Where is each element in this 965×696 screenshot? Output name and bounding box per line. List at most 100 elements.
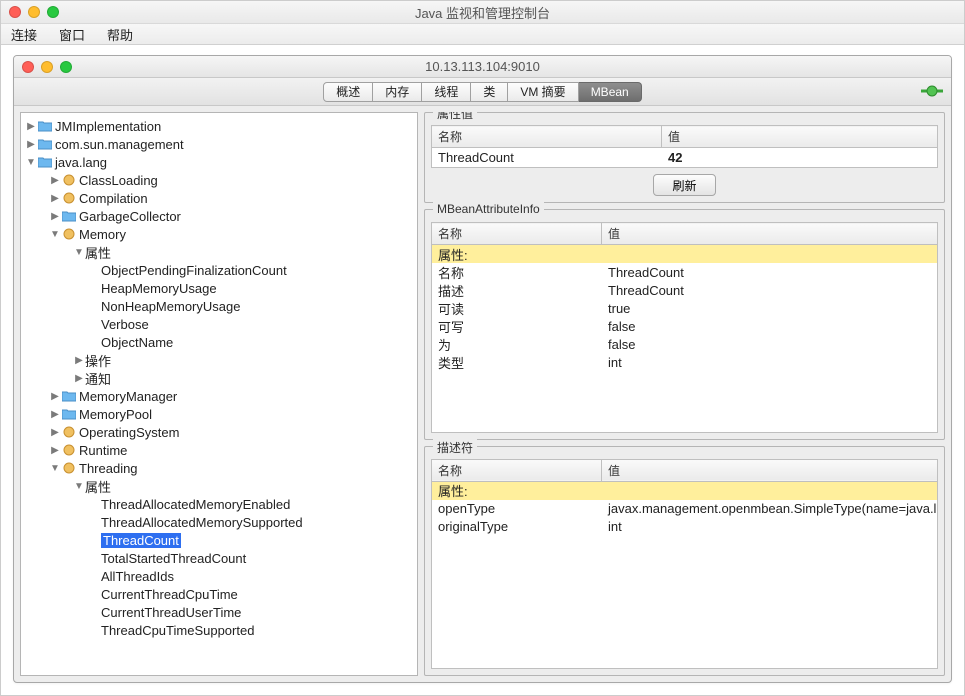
table-row[interactable]: 描述ThreadCount (432, 281, 937, 299)
tree-attr-currentthreadusertime[interactable]: CurrentThreadUserTime (21, 603, 417, 621)
col-name[interactable]: 名称 (432, 459, 602, 481)
tree-attr-objectname[interactable]: ObjectName (21, 333, 417, 351)
tree-attr-threadcputimesupported[interactable]: ThreadCpuTimeSupported (21, 621, 417, 639)
tree-node-threading-attributes[interactable]: ▼属性 (21, 477, 417, 495)
app-title: Java 监视和管理控制台 (1, 3, 964, 22)
attribute-value-table: 名称值 (431, 125, 938, 148)
col-name[interactable]: 名称 (432, 126, 662, 148)
folder-icon (61, 209, 77, 223)
attribute-value-group: 属性值 名称值 ThreadCount 42 刷新 (424, 112, 945, 203)
tree-attr-threadallocatedmemorysupported[interactable]: ThreadAllocatedMemorySupported (21, 513, 417, 531)
table-row[interactable]: 可读true (432, 299, 937, 317)
tree-attr-currentthreadcputime[interactable]: CurrentThreadCpuTime (21, 585, 417, 603)
group-title: 描述符 (433, 439, 477, 456)
group-title: MBeanAttributeInfo (433, 202, 544, 216)
doc-title: 10.13.113.104:9010 (14, 59, 951, 74)
bean-icon (61, 425, 77, 439)
folder-icon (37, 155, 53, 169)
document-window: 10.13.113.104:9010 概述 内存 线程 类 VM 摘要 MBea… (13, 55, 952, 683)
tree-attr-heapmemoryusage[interactable]: HeapMemoryUsage (21, 279, 417, 297)
menu-help[interactable]: 帮助 (107, 25, 133, 44)
minimize-icon[interactable] (28, 6, 40, 18)
bean-icon (61, 461, 77, 475)
tree-attr-verbose[interactable]: Verbose (21, 315, 417, 333)
tab-vm-summary[interactable]: VM 摘要 (508, 82, 578, 102)
bean-icon (61, 227, 77, 241)
group-title: 属性值 (433, 112, 477, 122)
tab-memory[interactable]: 内存 (373, 82, 422, 102)
doc-window-controls (22, 61, 72, 73)
minimize-icon[interactable] (41, 61, 53, 73)
table-row[interactable]: 为false (432, 335, 937, 353)
tree-node-classloading[interactable]: ▶ClassLoading (21, 171, 417, 189)
tree-node-memory-notifications[interactable]: ▶通知 (21, 369, 417, 387)
tree-node-java-lang[interactable]: ▼java.lang (21, 153, 417, 171)
connection-status-icon (921, 82, 943, 103)
body-area: 10.13.113.104:9010 概述 内存 线程 类 VM 摘要 MBea… (1, 45, 964, 695)
doc-titlebar: 10.13.113.104:9010 (14, 56, 951, 78)
refresh-button[interactable]: 刷新 (653, 174, 715, 196)
app-window: Java 监视和管理控制台 连接 窗口 帮助 10.13.113.104:901… (0, 0, 965, 696)
section-header-row: 属性: (432, 245, 937, 263)
table-row[interactable]: originalTypeint (432, 518, 937, 536)
descriptor-table: 名称值 (431, 459, 938, 482)
tab-overview[interactable]: 概述 (323, 82, 373, 102)
table-row[interactable]: openTypejavax.management.openmbean.Simpl… (432, 500, 937, 518)
split-pane: ▶JMImplementation ▶com.sun.management ▼j… (14, 106, 951, 682)
attribute-info-body: 属性: 名称ThreadCount 描述ThreadCount 可读true 可… (431, 245, 938, 433)
table-row[interactable]: 可写false (432, 317, 937, 335)
table-row[interactable]: ThreadCount 42 (432, 148, 937, 166)
tree-node-runtime[interactable]: ▶Runtime (21, 441, 417, 459)
zoom-icon[interactable] (47, 6, 59, 18)
cell-name: ThreadCount (432, 148, 662, 166)
tree-attr-allthreadids[interactable]: AllThreadIds (21, 567, 417, 585)
tree-node-compilation[interactable]: ▶Compilation (21, 189, 417, 207)
tree-node-jmimplementation[interactable]: ▶JMImplementation (21, 117, 417, 135)
bean-icon (61, 191, 77, 205)
tree-node-memorymanager[interactable]: ▶MemoryManager (21, 387, 417, 405)
tree-node-memory[interactable]: ▼Memory (21, 225, 417, 243)
tree-attr-objectpendingfinalizationcount[interactable]: ObjectPendingFinalizationCount (21, 261, 417, 279)
mbean-tree[interactable]: ▶JMImplementation ▶com.sun.management ▼j… (20, 112, 418, 676)
cell-value: 42 (662, 148, 937, 166)
col-name[interactable]: 名称 (432, 223, 602, 245)
app-titlebar: Java 监视和管理控制台 (1, 1, 964, 23)
section-header-row: 属性: (432, 482, 937, 500)
col-value[interactable]: 值 (602, 459, 938, 481)
table-row[interactable]: 类型int (432, 353, 937, 371)
tab-threads[interactable]: 线程 (422, 82, 471, 102)
close-icon[interactable] (9, 6, 21, 18)
tree-node-operatingsystem[interactable]: ▶OperatingSystem (21, 423, 417, 441)
refresh-wrap: 刷新 (431, 168, 938, 196)
bean-icon (61, 173, 77, 187)
folder-icon (61, 407, 77, 421)
tree-attr-totalstartedthreadcount[interactable]: TotalStartedThreadCount (21, 549, 417, 567)
tree-node-memory-attributes[interactable]: ▼属性 (21, 243, 417, 261)
close-icon[interactable] (22, 61, 34, 73)
col-value[interactable]: 值 (602, 223, 938, 245)
tree-node-memory-operations[interactable]: ▶操作 (21, 351, 417, 369)
folder-icon (61, 389, 77, 403)
tree-node-threading[interactable]: ▼Threading (21, 459, 417, 477)
tab-mbean[interactable]: MBean (579, 82, 642, 102)
tree-attr-threadcount[interactable]: ThreadCount (21, 531, 417, 549)
menu-connect[interactable]: 连接 (11, 25, 37, 44)
tree-attr-nonheapmemoryusage[interactable]: NonHeapMemoryUsage (21, 297, 417, 315)
tab-selector: 概述 内存 线程 类 VM 摘要 MBean (323, 82, 641, 102)
tab-classes[interactable]: 类 (471, 82, 508, 102)
window-controls (9, 6, 59, 18)
tree-attr-threadallocatedmemoryenabled[interactable]: ThreadAllocatedMemoryEnabled (21, 495, 417, 513)
zoom-icon[interactable] (60, 61, 72, 73)
table-row[interactable]: 名称ThreadCount (432, 263, 937, 281)
col-value[interactable]: 值 (662, 126, 938, 148)
tree-node-com-sun-management[interactable]: ▶com.sun.management (21, 135, 417, 153)
menu-window[interactable]: 窗口 (59, 25, 85, 44)
tree-node-garbagecollector[interactable]: ▶GarbageCollector (21, 207, 417, 225)
tree-node-memorypool[interactable]: ▶MemoryPool (21, 405, 417, 423)
attribute-value-body: ThreadCount 42 (431, 148, 938, 168)
attribute-info-group: MBeanAttributeInfo 名称值 属性: 名称ThreadCount… (424, 209, 945, 440)
tabs-row: 概述 内存 线程 类 VM 摘要 MBean (14, 78, 951, 106)
descriptor-body: 属性: openTypejavax.management.openmbean.S… (431, 482, 938, 670)
folder-icon (37, 119, 53, 133)
folder-icon (37, 137, 53, 151)
